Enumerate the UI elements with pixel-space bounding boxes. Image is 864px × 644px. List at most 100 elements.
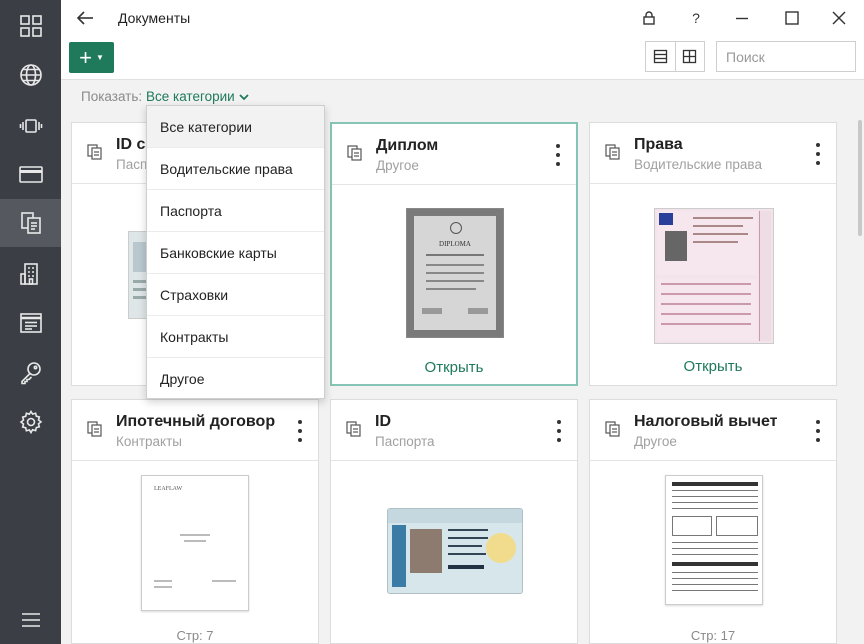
sidebar-item-cards[interactable]	[0, 150, 61, 198]
settings-icon	[19, 409, 42, 435]
plus-icon: +	[79, 44, 92, 70]
category-filter-dropdown[interactable]: Все категории	[146, 89, 249, 104]
close-icon	[832, 11, 846, 25]
category-option-driving-licenses[interactable]: Водительские права	[147, 148, 324, 190]
grid-view-button[interactable]	[674, 42, 704, 71]
driving-license-thumbnail	[654, 208, 774, 344]
window-title: Документы	[118, 10, 191, 26]
tax-form-thumbnail	[665, 475, 763, 605]
sidebar-item-documents[interactable]	[0, 199, 61, 247]
document-icon	[346, 144, 364, 162]
add-document-button[interactable]: + ▼	[69, 42, 114, 73]
category-option-all[interactable]: Все категории	[147, 106, 324, 148]
card-title: Права	[634, 136, 683, 153]
card-header: Права Водительские права	[590, 123, 836, 184]
category-option-insurance[interactable]: Страховки	[147, 274, 324, 316]
document-card-selected[interactable]: Диплом Другое DIPLOMA Открыть	[330, 122, 578, 386]
page-count: Стр: 7	[176, 628, 214, 643]
arrow-left-icon	[76, 11, 93, 25]
sidebar-item-passwords[interactable]	[0, 349, 61, 397]
view-toggle	[645, 41, 705, 72]
documents-icon	[20, 212, 41, 234]
category-option-bank-cards[interactable]: Банковские карты	[147, 232, 324, 274]
sidebar-item-notes[interactable]	[0, 299, 61, 347]
minimize-button[interactable]	[728, 6, 756, 30]
search-input[interactable]	[716, 41, 856, 72]
category-filter-value: Все категории	[146, 89, 235, 104]
title-bar: Документы ?	[61, 0, 864, 36]
toolbar: + ▼	[61, 36, 864, 80]
card-category: Паспорта	[375, 434, 435, 449]
diploma-heading: DIPLOMA	[439, 240, 471, 248]
menu-icon	[21, 613, 40, 627]
card-title: ID	[375, 413, 391, 430]
sidebar-item-web[interactable]	[0, 51, 61, 99]
scrollbar[interactable]	[858, 120, 862, 236]
building-icon	[19, 263, 38, 285]
page-count: Стр: 17	[690, 628, 736, 643]
document-card[interactable]: Права Водительские права Открыть	[589, 122, 837, 386]
document-icon	[604, 143, 622, 161]
card-header: ID Паспорта	[331, 400, 577, 461]
card-title: Налоговый вычет	[634, 413, 778, 430]
close-button[interactable]	[825, 6, 853, 30]
contract-thumbnail: LEAFLAW	[141, 475, 249, 611]
maximize-icon	[785, 11, 799, 25]
more-options-button[interactable]	[810, 420, 826, 442]
document-icon	[604, 420, 622, 438]
document-icon	[86, 143, 104, 161]
sidebar-item-devices[interactable]	[0, 102, 61, 150]
category-option-contracts[interactable]: Контракты	[147, 316, 324, 358]
card-icon	[18, 166, 43, 183]
sidebar-item-organizations[interactable]	[0, 250, 61, 298]
sidebar	[0, 0, 61, 644]
help-icon: ?	[692, 10, 700, 26]
card-title: Диплом	[376, 137, 439, 154]
card-category: Водительские права	[634, 157, 762, 172]
sidebar-item-menu[interactable]	[0, 596, 61, 644]
card-header: Налоговый вычет Другое	[590, 400, 836, 461]
more-options-button[interactable]	[292, 420, 308, 442]
document-icon	[345, 420, 363, 438]
document-icon	[86, 420, 104, 438]
category-option-other[interactable]: Другое	[147, 358, 324, 400]
chevron-down-icon	[239, 93, 249, 100]
card-category: Другое	[376, 158, 419, 173]
category-dropdown-menu: Все категории Водительские права Паспорт…	[146, 105, 325, 399]
card-header: Диплом Другое	[332, 124, 576, 185]
card-header: Ипотечный договор Контракты	[72, 400, 318, 461]
more-options-button[interactable]	[551, 420, 567, 442]
sidebar-item-settings[interactable]	[0, 398, 61, 446]
more-options-button[interactable]	[810, 143, 826, 165]
open-document-link[interactable]: Открыть	[590, 358, 836, 375]
filter-label: Показать:	[81, 89, 143, 104]
back-button[interactable]	[73, 6, 97, 30]
list-view-button[interactable]	[646, 42, 675, 71]
caret-down-icon: ▼	[95, 53, 104, 62]
key-icon	[20, 362, 41, 385]
contract-logo: LEAFLAW	[154, 486, 183, 492]
document-card[interactable]: Ипотечный договор Контракты LEAFLAW Стр:…	[71, 399, 319, 644]
diploma-thumbnail: DIPLOMA	[406, 208, 504, 338]
more-options-button[interactable]	[550, 144, 566, 166]
grid-view-icon	[683, 49, 697, 64]
vibrate-icon	[19, 119, 42, 133]
help-button[interactable]: ?	[682, 6, 710, 30]
id-document-thumbnail	[387, 508, 523, 594]
list-view-icon	[653, 49, 668, 64]
open-document-link[interactable]: Открыть	[332, 359, 576, 376]
notes-icon	[19, 313, 42, 333]
lock-icon	[643, 11, 655, 25]
card-category: Контракты	[116, 434, 182, 449]
minimize-icon	[736, 17, 748, 20]
globe-icon	[19, 64, 42, 86]
maximize-button[interactable]	[778, 6, 806, 30]
card-category: Другое	[634, 434, 677, 449]
document-card[interactable]: Налоговый вычет Другое Стр: 17	[589, 399, 837, 644]
dashboard-icon	[19, 15, 42, 37]
sidebar-item-dashboard[interactable]	[0, 2, 61, 50]
category-option-passports[interactable]: Паспорта	[147, 190, 324, 232]
document-card[interactable]: ID Паспорта	[330, 399, 578, 644]
card-title: Ипотечный договор	[116, 413, 276, 430]
lock-button[interactable]	[635, 6, 663, 30]
